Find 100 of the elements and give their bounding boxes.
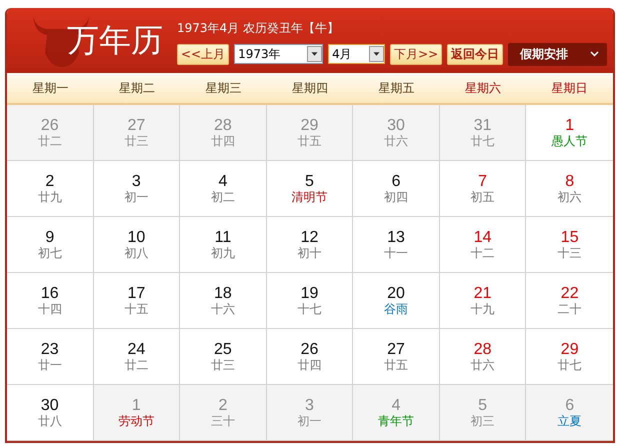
day-number: 30 <box>387 118 405 135</box>
day-number: 24 <box>127 342 146 359</box>
day-cell[interactable]: 16 十四 <box>7 273 94 329</box>
day-number: 29 <box>560 342 579 359</box>
day-cell[interactable]: 28 廿六 <box>440 329 526 385</box>
festival-label: 愚人节 <box>552 134 588 148</box>
day-number: 1 <box>132 398 141 415</box>
day-number: 29 <box>300 118 318 135</box>
day-cell[interactable]: 23 廿一 <box>7 329 94 385</box>
lunar-date: 廿七 <box>470 134 495 148</box>
day-cell[interactable]: 25 廿三 <box>180 329 267 385</box>
lunar-date: 十二 <box>470 246 495 260</box>
day-cell[interactable]: 12 初十 <box>266 217 354 273</box>
festival-label: 青年节 <box>378 414 414 428</box>
day-number: 4 <box>392 398 401 415</box>
lunar-date: 廿三 <box>210 358 235 372</box>
day-number: 27 <box>127 118 146 135</box>
day-number: 9 <box>45 230 54 247</box>
lunar-date: 初七 <box>38 246 62 260</box>
day-number: 19 <box>300 286 318 303</box>
day-cell[interactable]: 18 十六 <box>180 273 267 329</box>
day-cell[interactable]: 2 廿九 <box>7 161 94 217</box>
weekday-header: 星期日 <box>526 73 613 105</box>
weekday-header: 星期二 <box>94 73 180 105</box>
lunar-date: 初八 <box>124 246 148 260</box>
festival-label: 劳动节 <box>118 414 154 428</box>
lunar-date: 十三 <box>558 246 582 260</box>
day-number: 4 <box>218 174 228 191</box>
prev-month-button[interactable]: <<上月 <box>177 44 230 64</box>
logo-title: 万年历 <box>67 20 163 60</box>
day-cell[interactable]: 19 十七 <box>266 273 354 329</box>
lunar-date: 廿五 <box>384 358 408 372</box>
day-number: 7 <box>478 174 488 191</box>
day-number: 12 <box>300 230 318 247</box>
day-number: 20 <box>387 286 405 303</box>
lunar-date: 廿九 <box>38 190 62 204</box>
lunar-date: 十五 <box>124 302 148 316</box>
next-month-button[interactable]: 下月>> <box>390 44 442 64</box>
day-cell[interactable]: 24 廿二 <box>94 329 180 385</box>
lunar-date: 廿三 <box>124 134 148 148</box>
lunar-date: 廿七 <box>558 358 582 372</box>
day-number: 3 <box>132 174 141 191</box>
lunar-date: 十七 <box>297 302 322 316</box>
day-number: 31 <box>474 118 492 135</box>
day-cell[interactable]: 6 立夏 <box>526 385 613 441</box>
day-cell[interactable]: 17 十五 <box>94 273 180 329</box>
lunar-date: 十四 <box>38 302 62 316</box>
day-number: 28 <box>214 118 232 135</box>
day-cell[interactable]: 9 初七 <box>7 217 94 273</box>
lunar-date: 廿六 <box>384 134 408 148</box>
day-number: 23 <box>40 342 59 359</box>
day-cell[interactable]: 20 谷雨 <box>353 273 440 329</box>
day-cell[interactable]: 14 十二 <box>440 217 526 273</box>
year-select[interactable]: 1973年 <box>234 44 324 64</box>
lunar-date: 廿六 <box>470 358 495 372</box>
holiday-menu[interactable]: 假期安排 <box>508 42 608 66</box>
day-number: 14 <box>474 230 492 247</box>
lunar-date: 廿一 <box>38 358 62 372</box>
weekday-header: 星期四 <box>266 73 354 105</box>
day-cell[interactable]: 1 劳动节 <box>94 385 180 441</box>
today-button[interactable]: 返回今日 <box>447 44 504 64</box>
day-number: 5 <box>305 174 314 191</box>
lunar-date: 初一 <box>124 190 148 204</box>
day-cell[interactable]: 27 廿五 <box>353 329 440 385</box>
day-cell[interactable]: 21 十九 <box>440 273 526 329</box>
day-cell[interactable]: 26 廿四 <box>266 329 354 385</box>
day-cell[interactable]: 13 十一 <box>353 217 440 273</box>
lunar-date: 十六 <box>210 302 235 316</box>
day-cell[interactable]: 30 廿八 <box>7 385 94 441</box>
lunar-date: 初四 <box>384 190 408 204</box>
lunar-date: 廿二 <box>124 358 148 372</box>
day-cell[interactable]: 10 初八 <box>94 217 180 273</box>
day-cell[interactable]: 7 初五 <box>440 161 526 217</box>
day-number: 26 <box>40 118 59 135</box>
day-cell[interactable]: 5 清明节 <box>266 161 354 217</box>
day-number: 28 <box>474 342 492 359</box>
festival-label: 清明节 <box>291 190 328 204</box>
day-number: 16 <box>40 286 59 303</box>
day-number: 8 <box>565 174 574 191</box>
lunar-date: 初五 <box>470 190 495 204</box>
day-cell[interactable]: 3 初一 <box>94 161 180 217</box>
day-cell[interactable]: 6 初四 <box>353 161 440 217</box>
weekday-header: 星期六 <box>440 73 526 105</box>
day-number: 11 <box>214 230 232 247</box>
lunar-date: 廿四 <box>210 134 235 148</box>
day-number: 10 <box>127 230 146 247</box>
weekday-header: 星期一 <box>7 73 94 105</box>
day-number: 17 <box>127 286 146 303</box>
weekday-header: 星期五 <box>353 73 440 105</box>
month-select[interactable]: 4月 <box>328 44 386 64</box>
lunar-date: 廿五 <box>297 134 322 148</box>
day-number: 3 <box>305 398 314 415</box>
lunar-date: 初六 <box>558 190 582 204</box>
day-cell[interactable]: 4 初二 <box>180 161 267 217</box>
day-cell[interactable]: 11 初九 <box>180 217 267 273</box>
day-number: 2 <box>45 174 54 191</box>
weekday-header: 星期三 <box>180 73 267 105</box>
day-number: 6 <box>565 398 574 415</box>
day-number: 25 <box>214 342 232 359</box>
day-number: 13 <box>387 230 405 247</box>
